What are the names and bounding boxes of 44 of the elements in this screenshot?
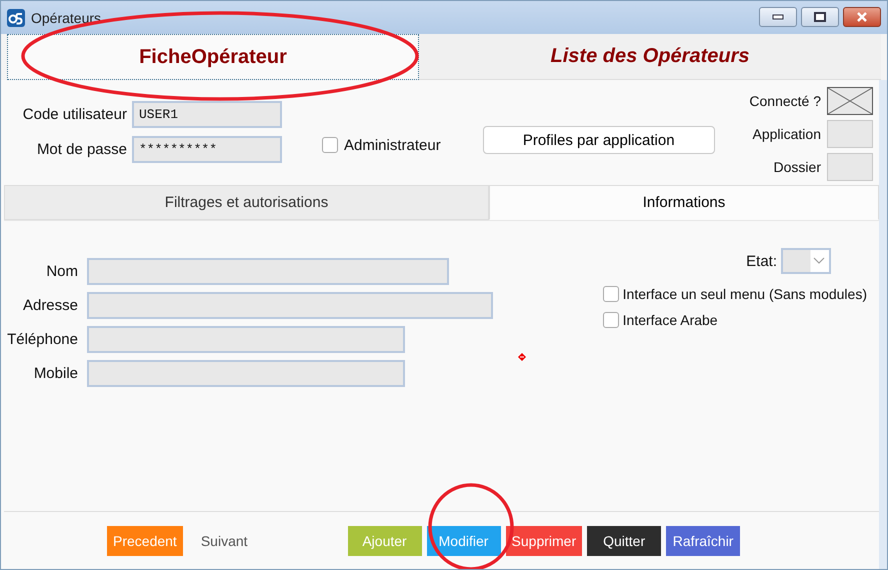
window-title: Opérateurs [31,10,102,26]
close-icon [856,12,868,22]
maximize-icon [814,12,826,22]
point-marker-icon [518,353,526,361]
checkbox[interactable] [602,312,619,328]
field-label: Adresse [22,297,78,314]
action-button[interactable]: Quitter [587,526,662,556]
field-label: Mobile [32,365,78,382]
field-label: Code utilisateur [22,106,127,123]
text-field[interactable]: USER1 [132,101,282,128]
chevron-down-icon [813,257,825,265]
field-label: Téléphone [6,331,78,348]
action-button[interactable]: Rafraîchir [666,526,740,556]
app-logo-icon [7,8,25,26]
checkbox[interactable] [322,137,338,153]
checkbox-label: Administrateur [344,136,441,154]
page-tab[interactable]: FicheOpérateur [7,34,419,80]
minimize-button[interactable] [759,7,797,27]
text-field[interactable] [87,258,449,285]
checkbox[interactable] [602,286,619,302]
etat-label: Etat: [746,252,777,270]
status-label: Connecté ? [749,93,821,109]
cross-box-icon [827,87,873,115]
checkbox-label: Interface Arabe [622,312,718,328]
status-label: Application [752,126,821,142]
checkbox-label: Interface un seul menu (Sans modules) [622,286,867,302]
text-field[interactable] [87,292,493,319]
profiles-button[interactable]: Profiles par application [482,126,715,154]
status-label: Dossier [774,159,821,175]
status-box [827,153,873,181]
section-tab[interactable]: Filtrages et autorisations [4,185,489,220]
status-box [827,120,873,148]
text-field[interactable] [87,326,405,353]
section-tab[interactable]: Informations [489,185,879,220]
field-label: Mot de passe [36,141,127,158]
minimize-icon [772,14,784,20]
close-button[interactable] [843,7,881,27]
text-field[interactable] [87,360,405,387]
action-button[interactable]: Supprimer [506,526,582,556]
maximize-button[interactable] [801,7,839,27]
state-dropdown[interactable] [781,248,831,274]
field-label: Nom [45,263,78,280]
page-tab[interactable]: Liste des Opérateurs [419,34,881,80]
text-field[interactable]: ********** [132,136,282,163]
